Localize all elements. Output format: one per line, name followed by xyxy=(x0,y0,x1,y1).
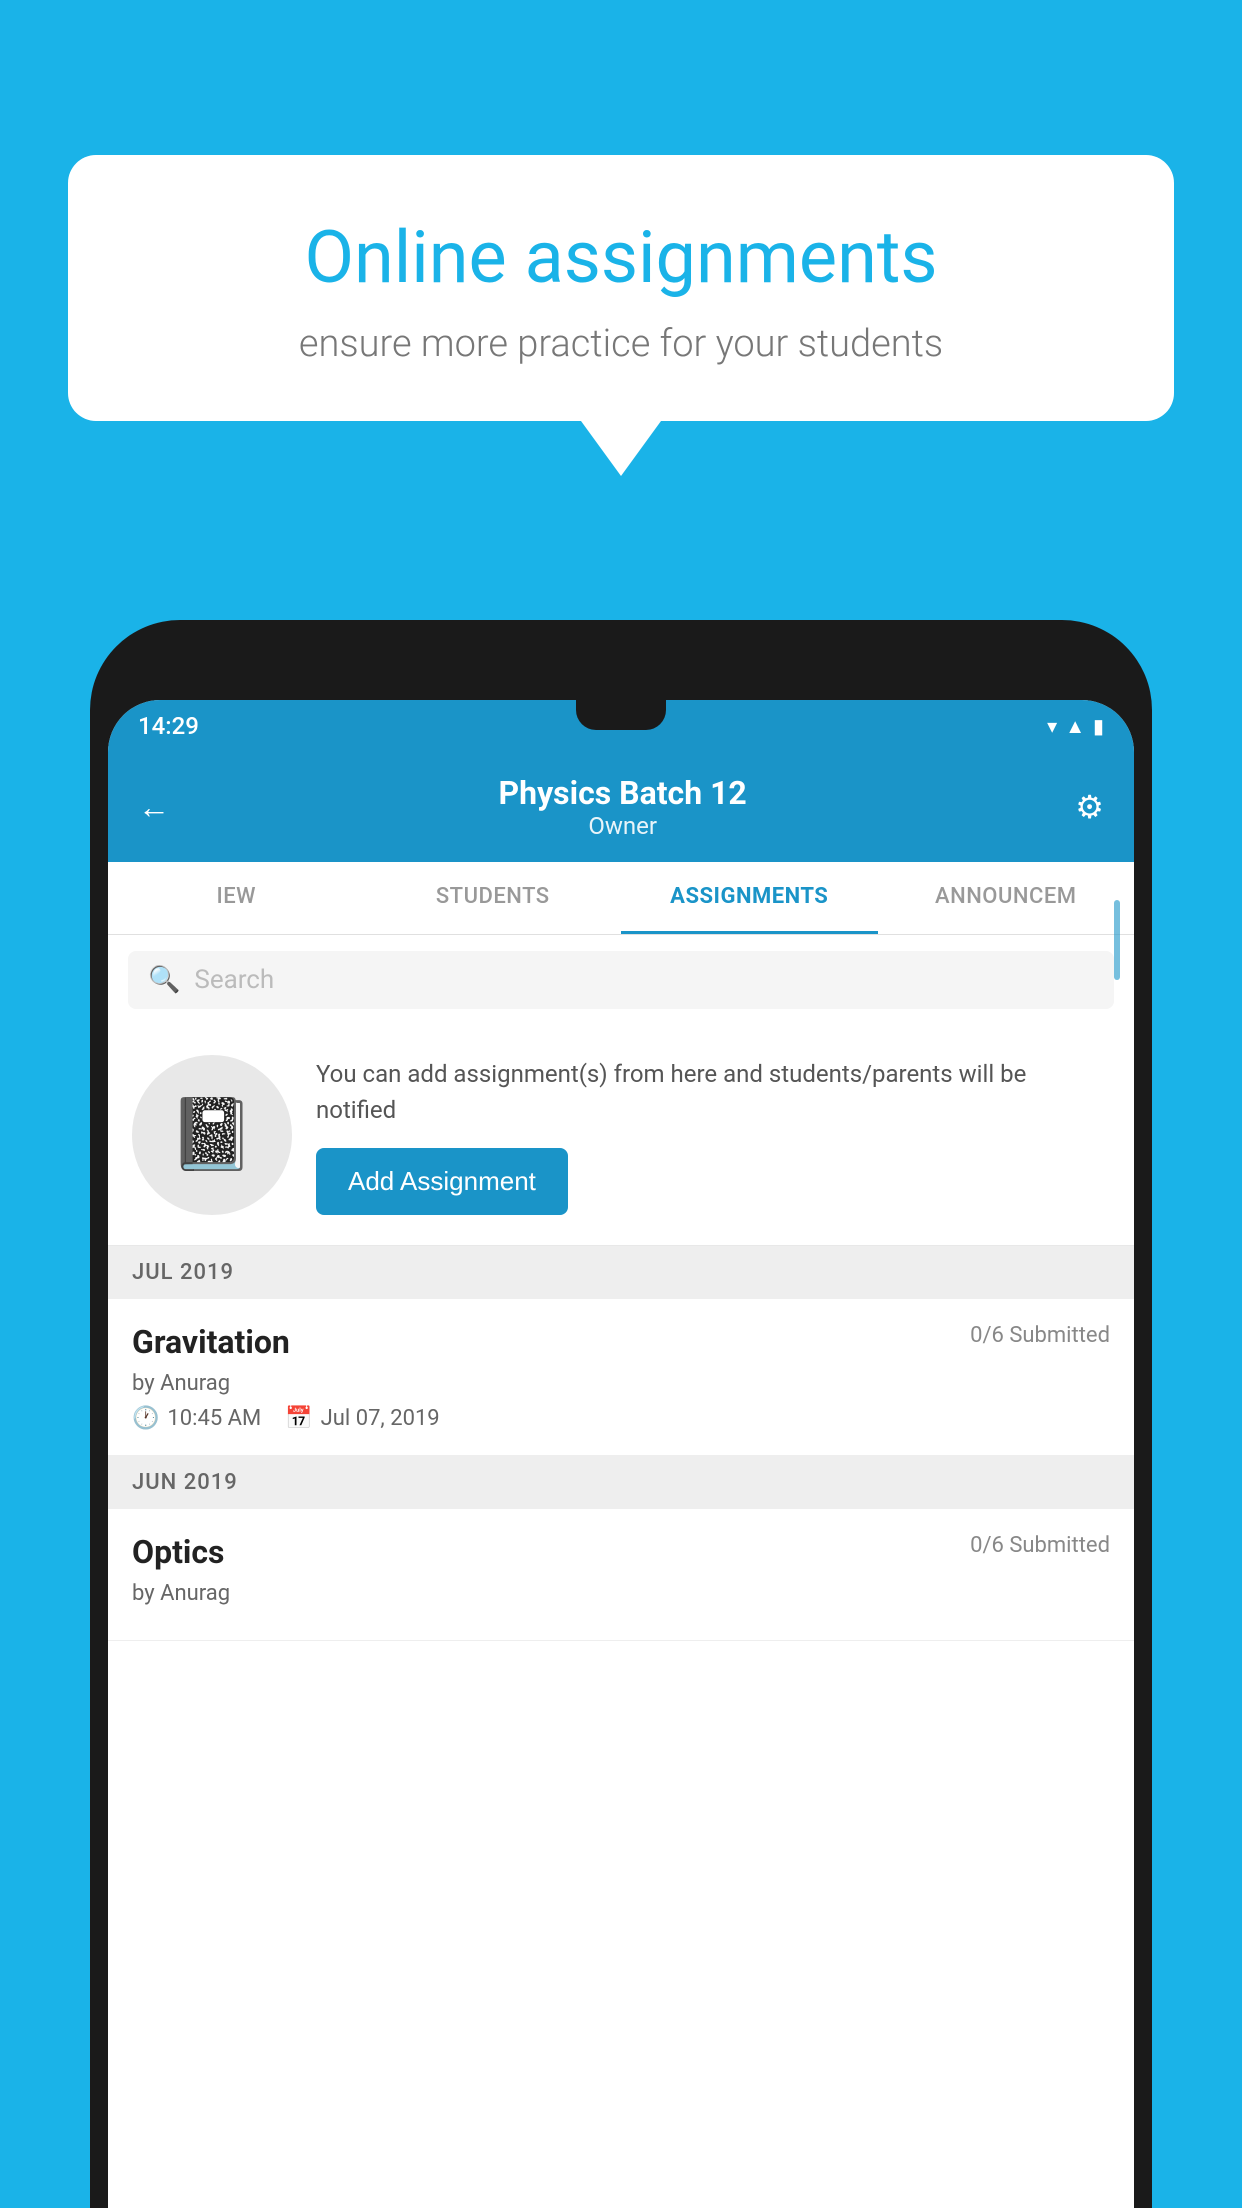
assignment-date-gravitation: 📅 Jul 07, 2019 xyxy=(285,1406,439,1431)
calendar-icon: 📅 xyxy=(285,1406,312,1431)
search-icon: 🔍 xyxy=(148,965,180,995)
search-container: 🔍 Search xyxy=(108,935,1134,1025)
speech-bubble-arrow xyxy=(581,421,661,476)
assignment-item-gravitation[interactable]: Gravitation 0/6 Submitted by Anurag 🕐 10… xyxy=(108,1299,1134,1456)
assignment-time-gravitation: 🕐 10:45 AM xyxy=(132,1406,261,1431)
assignment-title-gravitation: Gravitation xyxy=(132,1323,290,1361)
search-placeholder: Search xyxy=(194,965,274,995)
phone-frame: 14:29 ▾ ▲ ▮ ← Physics Batch 12 Owner ⚙ I… xyxy=(90,620,1152,2208)
status-icons: ▾ ▲ ▮ xyxy=(1047,714,1104,739)
add-assignment-button[interactable]: Add Assignment xyxy=(316,1148,568,1215)
header-center: Physics Batch 12 Owner xyxy=(499,774,747,840)
clock-icon: 🕐 xyxy=(132,1406,159,1431)
assignment-submitted-optics: 0/6 Submitted xyxy=(970,1533,1110,1558)
speech-bubble-subtitle: ensure more practice for your students xyxy=(123,322,1119,366)
app-header: ← Physics Batch 12 Owner ⚙ xyxy=(108,752,1134,862)
scroll-indicator[interactable] xyxy=(1114,900,1120,980)
header-title: Physics Batch 12 xyxy=(499,774,747,812)
tab-bar: IEW STUDENTS ASSIGNMENTS ANNOUNCEM xyxy=(108,862,1134,935)
month-header-jun: JUN 2019 xyxy=(108,1456,1134,1509)
speech-bubble-title: Online assignments xyxy=(123,215,1119,300)
assignment-time-text: 10:45 AM xyxy=(167,1406,261,1431)
promo-text: You can add assignment(s) from here and … xyxy=(316,1056,1110,1128)
header-subtitle: Owner xyxy=(499,812,747,840)
assignment-author-gravitation: by Anurag xyxy=(132,1371,1110,1396)
phone-screen: 14:29 ▾ ▲ ▮ ← Physics Batch 12 Owner ⚙ I… xyxy=(108,700,1134,2208)
tab-iew[interactable]: IEW xyxy=(108,862,365,934)
battery-icon: ▮ xyxy=(1093,714,1104,738)
tab-students[interactable]: STUDENTS xyxy=(365,862,622,934)
promo-icon: 📓 xyxy=(168,1094,255,1176)
search-bar[interactable]: 🔍 Search xyxy=(128,951,1114,1009)
status-time: 14:29 xyxy=(138,712,199,740)
signal-icon: ▲ xyxy=(1065,714,1085,739)
phone-notch xyxy=(576,700,666,730)
assignment-meta-gravitation: 🕐 10:45 AM 📅 Jul 07, 2019 xyxy=(132,1406,1110,1431)
assignment-top-row: Gravitation 0/6 Submitted xyxy=(132,1323,1110,1361)
back-button[interactable]: ← xyxy=(138,788,170,826)
wifi-icon: ▾ xyxy=(1047,714,1057,738)
tab-assignments[interactable]: ASSIGNMENTS xyxy=(621,862,878,934)
speech-bubble: Online assignments ensure more practice … xyxy=(68,155,1174,421)
settings-button[interactable]: ⚙ xyxy=(1075,788,1104,826)
promo-section: 📓 You can add assignment(s) from here an… xyxy=(108,1025,1134,1246)
month-header-jul: JUL 2019 xyxy=(108,1246,1134,1299)
promo-icon-circle: 📓 xyxy=(132,1055,292,1215)
tab-announcements[interactable]: ANNOUNCEM xyxy=(878,862,1135,934)
promo-content: You can add assignment(s) from here and … xyxy=(316,1056,1110,1215)
assignment-title-optics: Optics xyxy=(132,1533,224,1571)
speech-bubble-container: Online assignments ensure more practice … xyxy=(68,155,1174,476)
assignment-top-row-optics: Optics 0/6 Submitted xyxy=(132,1533,1110,1571)
assignment-submitted-gravitation: 0/6 Submitted xyxy=(970,1323,1110,1348)
assignment-author-optics: by Anurag xyxy=(132,1581,1110,1606)
assignment-item-optics[interactable]: Optics 0/6 Submitted by Anurag xyxy=(108,1509,1134,1641)
assignment-date-text: Jul 07, 2019 xyxy=(321,1406,440,1431)
